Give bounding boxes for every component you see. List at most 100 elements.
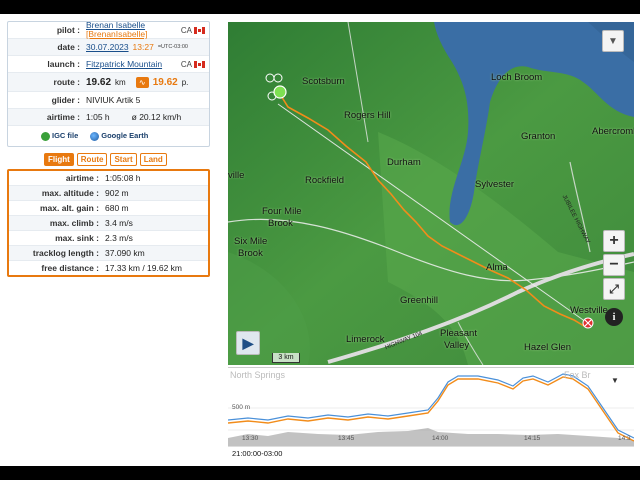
launch-link[interactable]: Fitzpatrick Mountain	[86, 59, 162, 69]
pilot-label: pilot :	[56, 25, 80, 35]
stat-value: 3.4 m/s	[105, 218, 133, 228]
map-scale: 3 km	[272, 353, 300, 363]
map-label: Valley	[444, 340, 470, 351]
map-label: Westville	[570, 305, 608, 316]
zoom-in-button[interactable]: +	[603, 230, 625, 252]
play-button[interactable]: ▶	[236, 331, 260, 355]
stat-value: 1:05:08 h	[105, 173, 141, 183]
map-label: Hazel Glen	[524, 342, 571, 353]
stats-tabs: Flight Route Start Land	[44, 153, 167, 166]
stat-label: max. sink :	[55, 233, 99, 243]
stat-value: 2.3 m/s	[105, 233, 133, 243]
route-type-icon: ∿	[135, 76, 149, 88]
map-label: Brook	[268, 218, 293, 229]
route-points: 19.62	[152, 76, 178, 88]
flight-map[interactable]: Scotsburn Loch Broom Rogers Hill Granton…	[228, 22, 634, 365]
map-label: Six Mile	[234, 236, 268, 247]
stat-label: airtime :	[65, 173, 99, 183]
info-button[interactable]: i	[605, 308, 623, 326]
stat-label: free distance :	[41, 263, 99, 273]
stat-row: max. sink : 2.3 m/s	[9, 231, 208, 246]
stat-row: airtime : 1:05:08 h	[9, 171, 208, 186]
map-label: Scotsburn	[302, 76, 345, 87]
glider-row: glider : NIVIUK Artik 5	[8, 92, 209, 109]
route-points-unit: p.	[181, 77, 189, 87]
map-label: Abercrombie	[592, 126, 634, 137]
map-label: Granton	[521, 131, 556, 142]
download-links: IGC file Google Earth	[8, 126, 209, 146]
time-slider-bar[interactable]: 21:00:00-03:00	[228, 446, 634, 461]
date-label: date :	[57, 42, 80, 52]
igc-file-link[interactable]: IGC file	[41, 131, 78, 141]
landing-marker	[582, 317, 594, 329]
tab-land[interactable]: Land	[139, 153, 167, 166]
stat-label: tracklog length :	[32, 248, 99, 258]
date-row: date : 30.07.2023 13:27 =UTC-03:00	[8, 39, 209, 56]
tab-route[interactable]: Route	[76, 153, 108, 166]
map-label: Brook	[238, 248, 263, 259]
time-tick: 14:15	[524, 435, 541, 442]
flight-info-panel: pilot : Brenan Isabelle [BrenanIsabelle]…	[7, 21, 210, 147]
route-unit: km	[115, 77, 126, 87]
google-earth-icon	[90, 131, 100, 141]
flight-detail-page: pilot : Brenan Isabelle [BrenanIsabelle]…	[0, 14, 640, 466]
map-label: ville	[228, 170, 245, 181]
map-label: Sylvester	[475, 179, 515, 190]
launch-row: launch : Fitzpatrick Mountain CA	[8, 56, 209, 73]
map-label: Rogers Hill	[344, 110, 391, 121]
stat-row: max. altitude : 902 m	[9, 186, 208, 201]
profile-faded-label: Fox Br	[564, 370, 591, 380]
stat-row: max. alt. gain : 680 m	[9, 201, 208, 216]
map-label: Four Mile	[262, 206, 302, 217]
date-link[interactable]: 30.07.2023	[86, 42, 129, 52]
stat-value: 37.090 km	[105, 248, 145, 258]
pilot-handle-link[interactable]: [BrenanIsabelle]	[86, 30, 147, 39]
launch-label: launch :	[47, 59, 80, 69]
tab-flight[interactable]: Flight	[44, 153, 74, 166]
zoom-out-button[interactable]: −	[603, 254, 625, 276]
route-label: route :	[53, 77, 80, 87]
map-label: Pleasant	[440, 328, 477, 339]
stat-label: max. alt. gain :	[39, 203, 99, 213]
map-label: Rockfield	[305, 175, 345, 186]
time-tick: 14:3	[618, 435, 631, 442]
time-tick: 14:00	[432, 435, 449, 442]
airtime-label: airtime :	[46, 112, 80, 122]
avg-speed: ø 20.12 km/h	[131, 112, 182, 122]
stat-label: max. climb :	[49, 218, 99, 228]
route-distance: 19.62	[86, 76, 112, 88]
stat-value: 902 m	[105, 188, 129, 198]
launch-country: CA	[180, 59, 192, 69]
profile-dropdown-icon[interactable]: ▼	[611, 376, 619, 385]
map-label: Greenhill	[400, 295, 439, 306]
stat-row: max. climb : 3.4 m/s	[9, 216, 208, 231]
canada-flag-icon	[194, 60, 205, 68]
stat-value: 680 m	[105, 203, 129, 213]
flight-stats-panel: airtime :1:05:08 h max. altitude :902 m …	[7, 169, 210, 277]
stat-label: max. altitude :	[41, 188, 99, 198]
time-value: 13:27	[132, 42, 154, 52]
igc-icon	[41, 131, 50, 141]
igc-file-label: IGC file	[52, 131, 79, 141]
glider-label: glider :	[51, 95, 80, 105]
map-label: Loch Broom	[491, 72, 543, 83]
glider-value: NIVIUK Artik 5	[86, 95, 141, 105]
google-earth-label: Google Earth	[101, 131, 149, 141]
time-tick: 13:45	[338, 435, 355, 442]
tab-start[interactable]: Start	[110, 153, 137, 166]
canada-flag-icon	[194, 26, 205, 34]
layer-dropdown-button[interactable]: ▼	[602, 30, 624, 52]
altitude-profile[interactable]: 500 m 13:30 13:45 14:00 14:15 14:3 North…	[228, 367, 634, 446]
fullscreen-button[interactable]: ⤢	[603, 278, 625, 300]
airtime-value: 1:05 h	[86, 112, 110, 122]
pilot-row: pilot : Brenan Isabelle [BrenanIsabelle]…	[8, 21, 209, 39]
route-row: route : 19.62 km ∿ 19.62 p.	[8, 73, 209, 92]
google-earth-link[interactable]: Google Earth	[90, 131, 148, 141]
map-label: Limerock	[346, 334, 385, 345]
utc-offset: =UTC-03:00	[157, 44, 188, 50]
stat-value: 17.33 km / 19.62 km	[105, 263, 183, 273]
pilot-country: CA	[180, 25, 192, 35]
time-tick: 13:30	[242, 435, 259, 442]
airtime-row: airtime : 1:05 h ø 20.12 km/h	[8, 109, 209, 126]
map-label: Alma	[486, 262, 508, 273]
